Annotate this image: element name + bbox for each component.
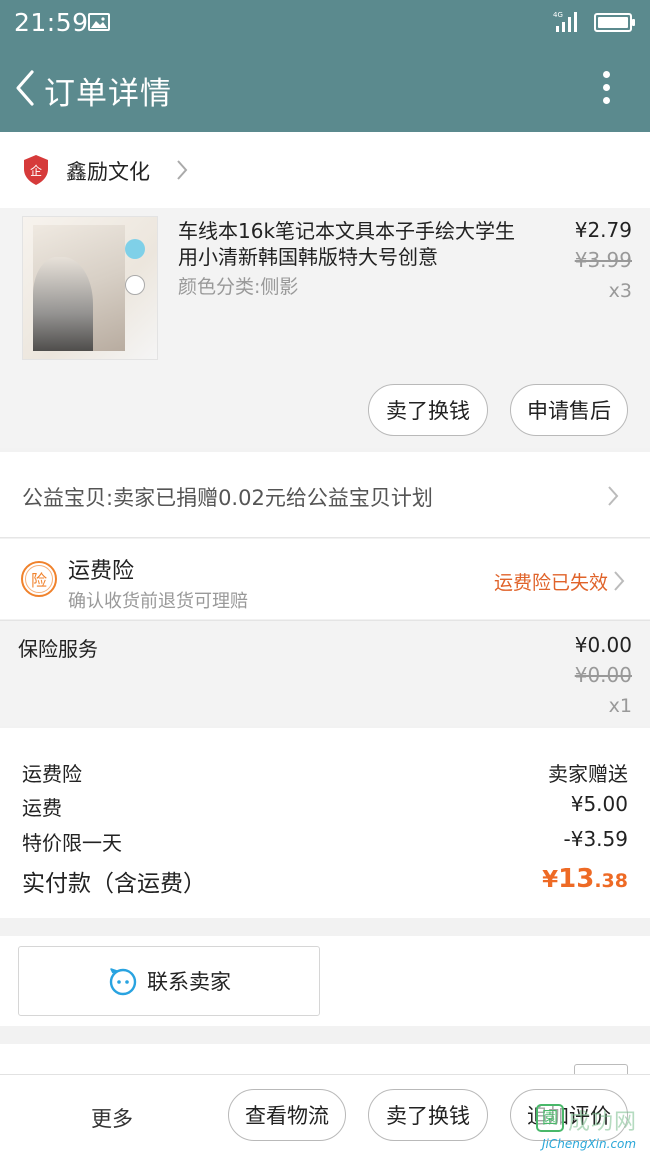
watermark-logo-icon: 園 [536,1104,564,1132]
total-row-discount: 特价限一天 -¥3.59 [22,827,628,856]
chevron-right-icon [608,486,619,506]
product-item[interactable]: 车线本16k笔记本文具本子手绘大学生用小清新韩国韩版特大号创意 颜色分类:侧影 … [0,208,650,448]
insurance-service-price: ¥0.00 [574,633,632,657]
chevron-right-icon [614,571,625,591]
chevron-right-icon [177,160,188,180]
more-options-icon[interactable] [596,68,616,112]
amount-integer: 13 [558,864,595,894]
chat-face-icon [109,968,137,996]
contact-seller-button[interactable]: 联系卖家 [18,946,320,1016]
image-notification-icon [88,13,110,31]
insurance-service-item: 保险服务 ¥0.00 ¥0.00 x1 [0,620,650,726]
shipping-insurance-title: 运费险 [68,559,135,584]
app-bar: 订单详情 [0,46,650,132]
sell-for-cash-bottom-button[interactable]: 卖了换钱 [368,1089,488,1141]
product-price: ¥2.79 [574,218,632,242]
status-bar: 21:59 4G [0,0,650,46]
total-paid-row: 实付款（含运费） ¥13.38 [22,864,628,898]
total-row-shipping: 运费 ¥5.00 [22,792,628,821]
insurance-service-original-price: ¥0.00 [574,663,632,687]
total-row-label: 运费 [22,796,62,820]
svg-text:企: 企 [30,163,42,178]
partial-section [0,1044,650,1084]
shipping-insurance-status: 运费险已失效 [493,572,608,594]
watermark-url: JiChengXin.com [542,1137,637,1151]
contact-section: 联系卖家 [0,936,650,1026]
sell-for-cash-button[interactable]: 卖了换钱 [368,384,488,436]
request-after-sale-button[interactable]: 申请售后 [510,384,628,436]
more-link[interactable]: 更多 [91,1103,133,1133]
view-logistics-button[interactable]: 查看物流 [228,1089,346,1141]
back-arrow-icon[interactable] [10,66,40,110]
total-row-shipping-insurance: 运费险 卖家赠送 [22,758,628,787]
product-original-price: ¥3.99 [574,248,632,272]
svg-text:4G: 4G [553,11,563,19]
shipping-insurance-row[interactable]: 险 运费险 确认收货前退货可理赔 运费险已失效 [0,539,650,619]
insurance-icon: 险 [21,561,57,597]
store-name: 鑫励文化 [66,160,150,184]
page-title: 订单详情 [44,76,172,112]
enterprise-shield-icon: 企 [24,155,48,185]
currency-symbol: ¥ [542,867,559,893]
product-quantity: x3 [608,280,632,302]
charity-text: 公益宝贝:卖家已捐赠0.02元给公益宝贝计划 [22,486,433,510]
charity-row[interactable]: 公益宝贝:卖家已捐赠0.02元给公益宝贝计划 [0,452,650,538]
order-totals: 运费险 卖家赠送 运费 ¥5.00 特价限一天 -¥3.59 实付款（含运费） … [0,728,650,918]
total-row-label: 运费险 [22,762,82,786]
total-paid-amount: ¥13.38 [542,864,628,894]
total-paid-label: 实付款（含运费） [22,871,206,897]
watermark-text: 成功网 [568,1110,638,1135]
store-row[interactable]: 企 鑫励文化 [0,132,650,208]
contact-seller-label: 联系卖家 [147,970,231,994]
site-watermark: 園 成功网 JiChengXin.com [530,1104,650,1155]
battery-icon [594,13,635,32]
total-row-value: -¥3.59 [563,827,628,851]
signal-icon: 4G [553,11,577,32]
amount-decimal: .38 [594,870,628,892]
product-thumbnail[interactable] [22,216,158,360]
shipping-insurance-subtitle: 确认收货前退货可理赔 [68,591,248,612]
status-time: 21:59 [14,8,89,37]
total-row-value: 卖家赠送 [548,762,628,786]
insurance-service-label: 保险服务 [18,637,98,661]
product-variant: 颜色分类:侧影 [178,276,299,298]
product-title: 车线本16k笔记本文具本子手绘大学生用小清新韩国韩版特大号创意 [178,219,516,269]
total-row-value: ¥5.00 [570,792,628,816]
insurance-service-quantity: x1 [608,695,632,717]
total-row-label: 特价限一天 [22,831,122,855]
